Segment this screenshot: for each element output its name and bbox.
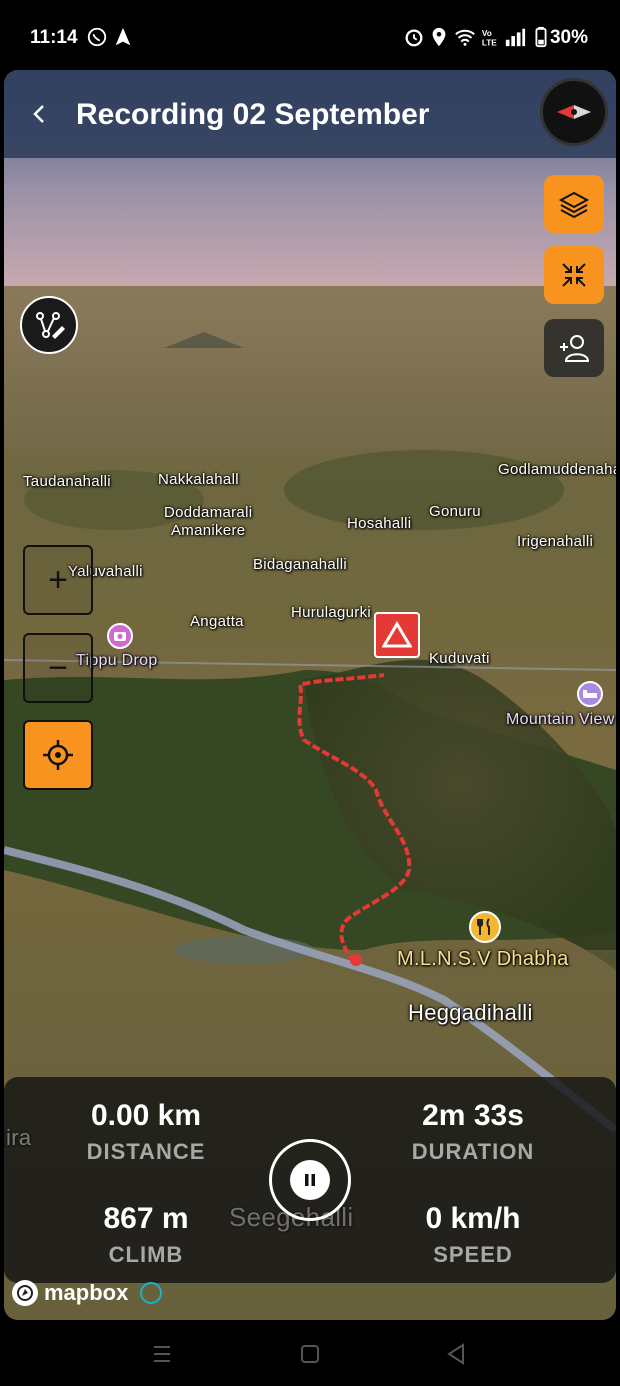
lodging-icon[interactable] [576, 680, 604, 708]
system-nav-bar [0, 1320, 620, 1386]
camera-icon[interactable] [106, 622, 134, 650]
place-label: Amanikere [171, 522, 246, 539]
poi-label[interactable]: Mountain View [506, 711, 615, 729]
locate-button[interactable] [23, 720, 93, 790]
place-label: Bidaganahalli [253, 556, 347, 573]
place-label: Irigenahalli [517, 533, 594, 550]
status-time: 11:14 [30, 27, 78, 48]
svg-text:Vo: Vo [482, 29, 492, 38]
pause-icon [290, 1160, 330, 1200]
status-bar: 11:14 Vo LTE 30% [0, 0, 620, 72]
battery-icon [535, 26, 547, 48]
speed-label: SPEED [433, 1242, 513, 1267]
duration-value: 2m 33s [422, 1099, 524, 1132]
route-edit-button[interactable] [20, 296, 78, 354]
restaurant-icon[interactable] [468, 910, 502, 944]
warning-triangle-icon [382, 621, 412, 648]
crosshair-icon [43, 740, 73, 770]
mapbox-logo-icon [12, 1280, 38, 1306]
compass-icon [557, 105, 591, 119]
warning-marker[interactable] [374, 612, 420, 658]
place-label: Heggadihalli [408, 1000, 533, 1025]
zoom-out-button[interactable]: − [23, 633, 93, 703]
back-button[interactable] [22, 96, 58, 132]
place-label: Godlamuddenahal [498, 461, 616, 478]
route-edit-icon [36, 312, 65, 339]
layers-icon [558, 191, 590, 219]
chevron-left-icon [33, 105, 44, 123]
place-label: Nakkalahall [158, 471, 239, 488]
info-icon[interactable] [140, 1282, 163, 1304]
add-user-icon [560, 335, 590, 362]
mapbox-wordmark: mapbox [44, 1280, 129, 1305]
battery-percent: 30% [549, 27, 588, 48]
place-label: Kuduvati [429, 650, 490, 667]
alarm-icon [405, 29, 423, 47]
place-label: Angatta [190, 613, 244, 630]
place-label: Gonuru [429, 503, 481, 520]
speed-value: 0 km/h [425, 1202, 521, 1235]
climb-value: 867 m [103, 1202, 189, 1235]
layers-button[interactable] [544, 175, 604, 233]
top-header: Recording 02 September [4, 70, 616, 158]
zoom-in-label: + [48, 561, 68, 599]
add-user-button[interactable] [544, 319, 604, 377]
place-label: ira [6, 1125, 32, 1150]
volte-icon: VoLTE [482, 29, 497, 47]
map-view[interactable]: Taudanahalli Nakkalahall Godlamuddenahal… [4, 70, 616, 1320]
whatsapp-icon [87, 27, 107, 47]
page-title: Recording 02 September [76, 98, 430, 131]
distance-value: 0.00 km [90, 1099, 202, 1132]
zoom-out-label: − [48, 649, 68, 687]
back-triangle-icon[interactable] [444, 1342, 468, 1366]
app-screen: 11:14 Vo LTE 30% Taudanahalli Nakkalahal… [0, 0, 620, 1386]
compass-button[interactable] [540, 78, 608, 146]
place-label: Doddamarali [164, 504, 253, 521]
place-label: Hurulagurki [291, 604, 371, 621]
collapse-button[interactable] [544, 246, 604, 304]
home-icon[interactable] [298, 1342, 322, 1366]
duration-label: DURATION [411, 1139, 535, 1164]
navigation-arrow-icon [115, 27, 131, 46]
signal-icon [505, 28, 526, 47]
recents-icon[interactable] [150, 1342, 174, 1366]
mapbox-attribution[interactable]: mapbox [12, 1280, 163, 1306]
place-label: Hosahalli [347, 515, 412, 532]
stats-panel: ira Seegehalli 0.00 km DISTANCE 2m 33s D… [4, 1077, 616, 1283]
location-pin-icon [432, 27, 446, 47]
distance-label: DISTANCE [86, 1139, 206, 1164]
pause-button[interactable] [269, 1139, 351, 1221]
poi-label[interactable]: M.L.N.S.V Dhabha [397, 948, 569, 971]
collapse-arrows-icon [562, 263, 586, 287]
place-label: Taudanahalli [23, 473, 111, 490]
climb-label: CLIMB [108, 1242, 184, 1267]
zoom-in-button[interactable]: + [23, 545, 93, 615]
svg-text:LTE: LTE [482, 38, 497, 47]
wifi-icon [455, 29, 475, 46]
